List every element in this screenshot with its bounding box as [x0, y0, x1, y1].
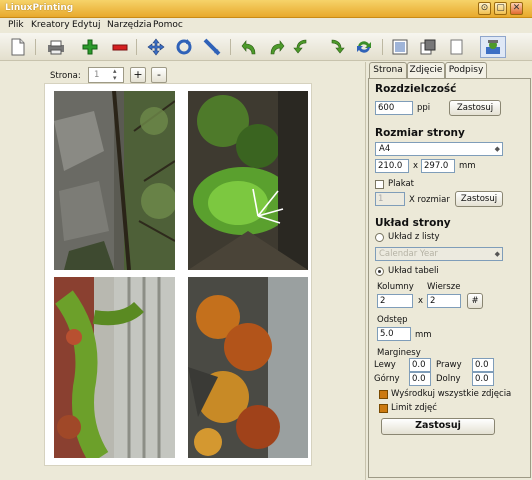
add-icon[interactable]: [80, 37, 100, 57]
menu-pomoc[interactable]: Pomoc: [153, 20, 183, 30]
layout-from-list-radio[interactable]: [375, 233, 384, 242]
fullscreen-icon[interactable]: [390, 37, 410, 57]
menu-bar: Plik Kreatory Edytuj Narzędzia Pomoc: [0, 18, 532, 33]
photo-rocks-tree[interactable]: [54, 91, 175, 270]
margin-bottom-field[interactable]: 0.0: [472, 372, 494, 386]
resolution-field[interactable]: 600: [375, 101, 413, 115]
rotate-icon[interactable]: [174, 37, 194, 57]
new-document-icon[interactable]: [8, 37, 28, 57]
fit-icon[interactable]: [418, 37, 438, 57]
add-page-button[interactable]: +: [130, 67, 146, 83]
flip-right-icon[interactable]: [326, 37, 346, 57]
minimize-icon[interactable]: ⊙: [478, 2, 491, 15]
page-height-field[interactable]: 297.0: [421, 159, 455, 173]
margin-right-label: Prawy: [436, 360, 462, 370]
page-value: 1: [94, 70, 100, 80]
layout-header: Układ strony: [375, 217, 451, 229]
columns-label: Kolumny: [377, 282, 414, 292]
layout-table-label: Układ tabeli: [388, 266, 439, 276]
spacing-field[interactable]: 5.0: [377, 327, 411, 341]
refresh-icon[interactable]: [354, 37, 374, 57]
margin-right-field[interactable]: 0.0: [472, 358, 494, 372]
center-all-label: Wyśrodkuj wszystkie zdjęcia: [391, 389, 512, 399]
poster-spinbox[interactable]: 1: [375, 192, 405, 206]
page-size-header: Rozmiar strony: [375, 127, 465, 139]
page-size-unit: mm: [459, 161, 476, 171]
rows-label: Wiersze: [427, 282, 461, 292]
margin-top-label: Górny: [374, 374, 400, 384]
rows-x: x: [418, 296, 424, 306]
remove-icon[interactable]: [110, 37, 130, 57]
print-icon[interactable]: [46, 37, 66, 57]
crop-icon[interactable]: [202, 37, 222, 57]
poster-checkbox[interactable]: [375, 180, 384, 189]
layout-from-list-label: Układ z listy: [388, 232, 440, 242]
resolution-apply-button[interactable]: Zastosuj: [449, 100, 501, 116]
grid-button[interactable]: #: [467, 293, 483, 309]
page-format-select[interactable]: A4 ◆: [375, 142, 503, 156]
spin-arrows-icon[interactable]: ▴ ▾: [113, 68, 117, 82]
tab-panel: Rozdzielczość 600 ppi Zastosuj Rozmiar s…: [368, 78, 531, 478]
toolbar: [0, 33, 532, 61]
photo-autumn-leaves[interactable]: [188, 277, 308, 458]
chevron-down-icon: ◆: [494, 250, 500, 258]
poster-label: Plakat: [388, 179, 415, 189]
center-all-checkbox[interactable]: [379, 390, 388, 399]
menu-narzedzia[interactable]: Narzędzia: [107, 20, 152, 30]
menu-edytuj[interactable]: Edytuj: [72, 20, 100, 30]
columns-field[interactable]: 2: [377, 294, 413, 308]
title-bar: LinuxPrinting ⊙ ▢ ✕: [0, 0, 532, 18]
margin-top-field[interactable]: 0.0: [409, 372, 431, 386]
photo-forest-moss[interactable]: [54, 277, 175, 458]
page-label: Strona:: [50, 71, 81, 81]
margins-label: Marginesy: [377, 348, 421, 358]
page-size-x: x: [413, 161, 419, 171]
close-icon[interactable]: ✕: [510, 2, 523, 15]
limit-checkbox[interactable]: [379, 404, 388, 413]
poster-apply-button[interactable]: Zastosuj: [455, 191, 503, 207]
poster-size-label: X rozmiar: [409, 195, 450, 205]
settings-panel: Strona Zdjęcie Podpisy Rozdzielczość 600…: [365, 62, 532, 480]
maximize-icon[interactable]: ▢: [494, 2, 507, 15]
page-icon[interactable]: [446, 37, 466, 57]
margin-left-label: Lewy: [374, 360, 396, 370]
margin-left-field[interactable]: 0.0: [409, 358, 431, 372]
margin-bottom-label: Dolny: [436, 374, 461, 384]
move-icon[interactable]: [146, 37, 166, 57]
rotate-right-icon[interactable]: [266, 37, 286, 57]
rotate-left-icon[interactable]: [240, 37, 260, 57]
resolution-header: Rozdzielczość: [375, 83, 457, 95]
layout-list-select[interactable]: Calendar Year ◆: [375, 247, 503, 261]
flip-left-icon[interactable]: [292, 37, 312, 57]
spacing-unit: mm: [415, 330, 432, 340]
layout-table-radio[interactable]: [375, 267, 384, 276]
limit-label: Limit zdjęć: [391, 403, 437, 413]
photo-moss-plant[interactable]: [188, 91, 308, 270]
window-title: LinuxPrinting: [5, 3, 74, 13]
page-format-value: A4: [379, 144, 391, 154]
layout-list-value: Calendar Year: [379, 249, 438, 259]
tab-podpisy[interactable]: Podpisy: [445, 62, 487, 79]
menu-plik[interactable]: Plik: [8, 20, 24, 30]
layout-apply-button[interactable]: Zastosuj: [381, 418, 495, 435]
page-spinbox[interactable]: 1 ▴ ▾: [88, 67, 124, 83]
remove-page-button[interactable]: -: [151, 67, 167, 83]
spacing-label: Odstęp: [377, 315, 408, 325]
chevron-down-icon: ◆: [494, 145, 500, 153]
tab-zdjecie[interactable]: Zdjęcie: [407, 62, 445, 79]
rows-field[interactable]: 2: [427, 294, 461, 308]
menu-kreatory[interactable]: Kreatory: [31, 20, 70, 30]
settings-icon[interactable]: [480, 36, 506, 58]
resolution-unit: ppi: [417, 103, 431, 113]
page-width-field[interactable]: 210.0: [375, 159, 409, 173]
